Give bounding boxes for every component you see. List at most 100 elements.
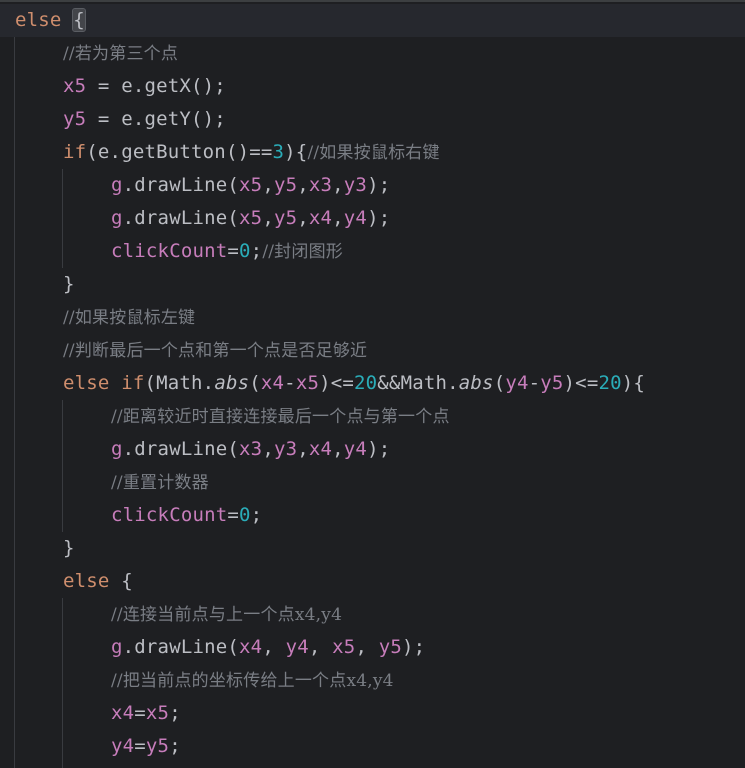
code-line[interactable]: g.drawLine(x5,y5,x4,y4);	[0, 202, 745, 235]
code-token: (Math.	[144, 372, 215, 394]
variable-token: y5	[378, 636, 402, 658]
code-line[interactable]: //若为第三个点	[0, 37, 745, 70]
code-token: (	[493, 372, 506, 394]
code-line[interactable]: //距离较近时直接连接最后一个点与第一个点	[0, 400, 745, 433]
editor-top-border	[0, 0, 745, 2]
comment-token: //若为第三个点	[63, 44, 179, 64]
variable-token: x4	[308, 207, 333, 229]
code-token: ){	[284, 141, 308, 163]
code-token: )<=	[563, 372, 599, 394]
code-token: = e.getY();	[86, 108, 226, 130]
number-token: 20	[598, 372, 622, 394]
comment-token: //把当前点的坐标传给上一个点x4,y4	[111, 671, 394, 691]
code-token: =	[134, 702, 146, 724]
code-line[interactable]: if(e.getButton()==3){//如果按鼠标右键	[0, 136, 745, 169]
code-token: =	[134, 735, 146, 757]
keyword-token: else if	[63, 372, 145, 394]
code-token: ;	[169, 735, 181, 757]
code-line[interactable]: clickCount=0;//封闭图形	[0, 235, 745, 268]
code-line[interactable]: //如果按鼠标左键	[0, 301, 745, 334]
code-line[interactable]: }	[0, 268, 745, 301]
variable-token: x5	[332, 636, 356, 658]
code-token: -	[284, 372, 296, 394]
code-line[interactable]: g.drawLine(x4, y4, x5, y5);	[0, 631, 745, 664]
code-line[interactable]: //判断最后一个点和第一个点是否足够近	[0, 334, 745, 367]
variable-token: y5	[540, 372, 564, 394]
code-token: (	[249, 372, 261, 394]
variable-token: y5	[273, 174, 298, 196]
code-line[interactable]: }	[0, 532, 745, 565]
comment-token: //判断最后一个点和第一个点是否足够近	[63, 341, 368, 361]
comment-token: //距离较近时直接连接最后一个点与第一个点	[111, 407, 450, 427]
variable-token: x5	[63, 75, 87, 97]
variable-token: y5	[63, 108, 87, 130]
code-token: {	[109, 570, 133, 592]
code-token: }	[63, 273, 75, 295]
variable-token: clickCount	[111, 504, 228, 526]
method-token: abs	[458, 372, 494, 394]
code-line[interactable]: g.drawLine(x5,y5,x3,y3);	[0, 169, 745, 202]
variable-token: y5	[273, 207, 298, 229]
code-token: ,	[262, 438, 274, 460]
code-line[interactable]: //把当前点的坐标传给上一个点x4,y4	[0, 664, 745, 697]
variable-token: x3	[308, 174, 333, 196]
variable-token: y5	[145, 735, 170, 757]
code-line[interactable]: x5 = e.getX();	[0, 70, 745, 103]
code-token: ,	[262, 174, 274, 196]
code-token: .drawLine(	[122, 207, 240, 229]
variable-token: g	[111, 207, 123, 229]
code-token: -	[528, 372, 541, 394]
number-token: 3	[272, 141, 285, 163]
variable-token: y4	[343, 207, 368, 229]
code-token: ;	[169, 702, 181, 724]
code-token: ,	[332, 174, 344, 196]
variable-token: x4	[260, 372, 285, 394]
code-token: ;	[250, 240, 263, 262]
code-token: ,	[297, 174, 309, 196]
code-token: ,	[262, 207, 274, 229]
code-token: );	[402, 636, 426, 658]
variable-token: x5	[239, 207, 263, 229]
code-line[interactable]: x4=x5;	[0, 697, 745, 730]
code-token: .drawLine(	[122, 174, 240, 196]
code-line[interactable]: y5 = e.getY();	[0, 103, 745, 136]
code-lines[interactable]: else {//若为第三个点 x5 = e.getX(); y5 = e.getY(…	[0, 4, 745, 763]
code-line[interactable]: else if(Math.abs(x4-x5)<=20&&Math.abs(y4…	[0, 367, 745, 400]
code-token: );	[367, 207, 391, 229]
code-token: .drawLine(	[122, 438, 240, 460]
code-token: );	[367, 174, 391, 196]
code-token: &&Math.	[377, 372, 459, 394]
code-token: ,	[355, 636, 379, 658]
keyword-token: if	[63, 141, 87, 163]
variable-token: y3	[343, 174, 368, 196]
code-line[interactable]: g.drawLine(x3,y3,x4,y4);	[0, 433, 745, 466]
variable-token: y4	[505, 372, 529, 394]
code-line[interactable]: //重置计数器	[0, 466, 745, 499]
code-token: (e.getButton()==	[86, 141, 273, 163]
variable-token: x4	[308, 438, 333, 460]
code-line[interactable]: else {	[0, 4, 745, 37]
code-line[interactable]: else {	[0, 565, 745, 598]
variable-token: y3	[273, 438, 298, 460]
comment-token: //封闭图形	[262, 242, 343, 262]
variable-token: g	[111, 438, 123, 460]
variable-token: x5	[295, 372, 320, 394]
code-token: .drawLine(	[122, 636, 240, 658]
number-token: 0	[239, 504, 251, 526]
variable-token: g	[111, 174, 123, 196]
code-token: );	[367, 438, 391, 460]
code-line[interactable]: y4=y5;	[0, 730, 745, 763]
code-editor[interactable]: else {//若为第三个点 x5 = e.getX(); y5 = e.getY(…	[0, 0, 745, 768]
code-line[interactable]: clickCount=0;	[0, 499, 745, 532]
matched-brace: {	[72, 8, 86, 32]
code-token: ,	[297, 207, 309, 229]
comment-token: //如果按鼠标左键	[63, 308, 196, 328]
method-token: abs	[214, 372, 250, 394]
code-line[interactable]: //连接当前点与上一个点x4,y4	[0, 598, 745, 631]
code-token: ,	[297, 438, 309, 460]
comment-token: //重置计数器	[111, 473, 209, 493]
variable-token: g	[111, 636, 123, 658]
variable-token: y4	[111, 735, 135, 757]
number-token: 20	[354, 372, 378, 394]
